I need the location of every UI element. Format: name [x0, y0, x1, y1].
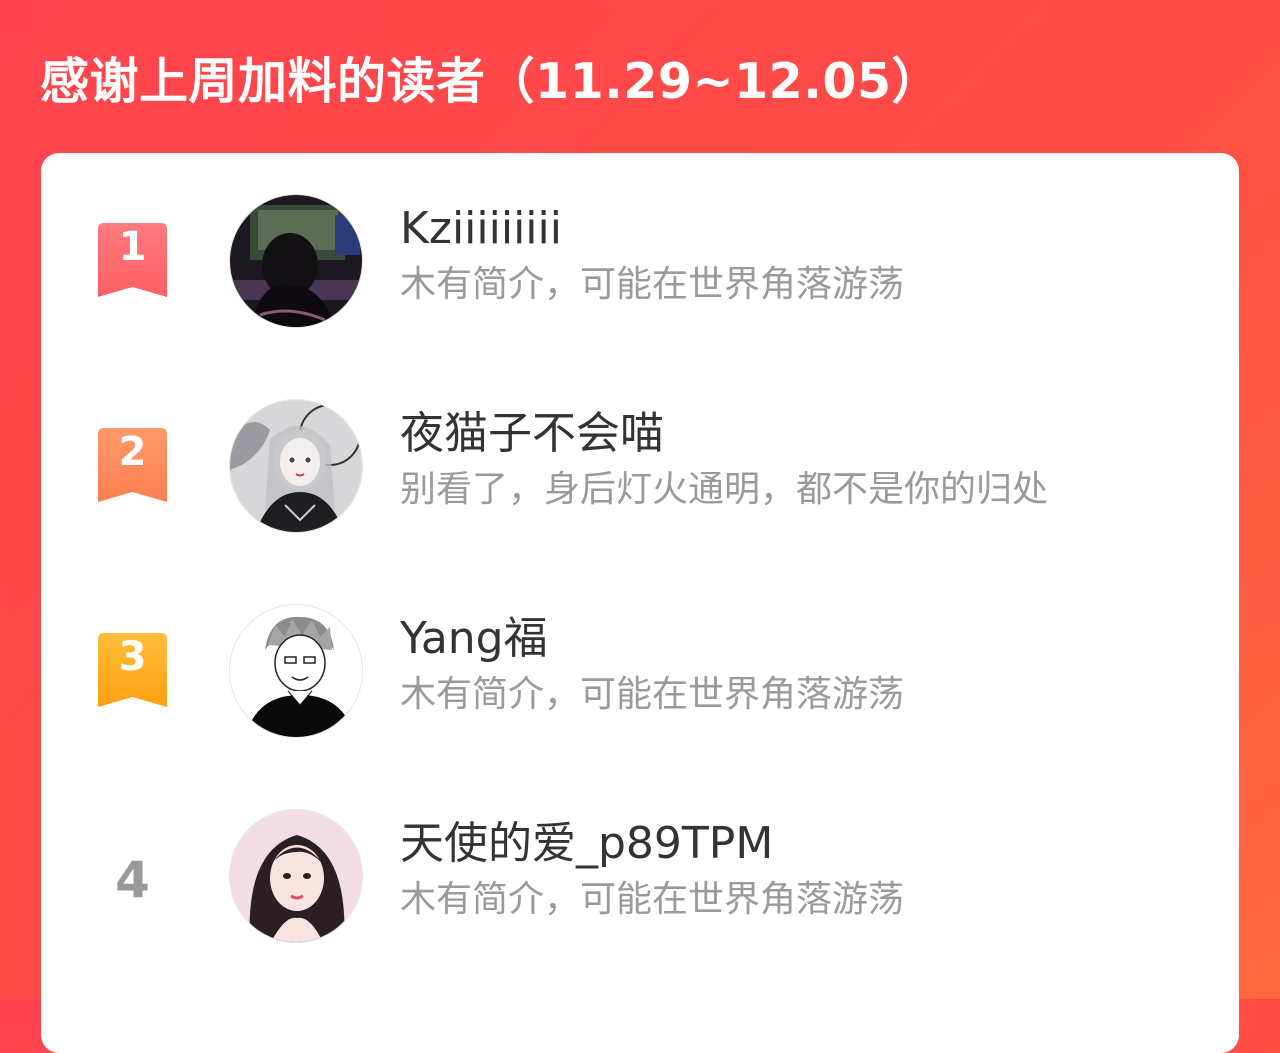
avatar[interactable]	[229, 399, 363, 533]
rank-number: 3	[118, 634, 147, 680]
reader-bio: 木有简介，可能在世界角落游荡	[400, 674, 905, 715]
rank-number: 1	[118, 224, 147, 270]
rank-number: 4	[115, 851, 150, 909]
avatar[interactable]	[229, 194, 363, 328]
avatar[interactable]	[229, 809, 363, 943]
avatar[interactable]	[229, 604, 363, 738]
reader-list-card: 1 Kziiiiiiiii 木有简介，可能在世界角落游荡 2 夜猫子不会喵 别看…	[41, 153, 1239, 1053]
reader-name[interactable]: Yang福	[400, 611, 548, 667]
rank-number: 2	[118, 429, 147, 475]
list-item[interactable]: 4 天使的爱_p89TPM 木有简介，可能在世界角落游荡	[41, 768, 1239, 943]
reader-bio: 木有简介，可能在世界角落游荡	[400, 264, 905, 305]
rank-badge: 3	[98, 633, 167, 707]
list-item[interactable]: 2 夜猫子不会喵 别看了，身后灯火通明，都不是你的归处	[41, 358, 1239, 533]
list-item[interactable]: 1 Kziiiiiiiii 木有简介，可能在世界角落游荡	[41, 153, 1239, 328]
reader-name[interactable]: 夜猫子不会喵	[400, 406, 664, 462]
reader-bio: 木有简介，可能在世界角落游荡	[400, 879, 905, 920]
list-item[interactable]: 3 Yang福 木有简介，可能在世界角落游荡	[41, 563, 1239, 738]
reader-name[interactable]: 天使的爱_p89TPM	[400, 816, 773, 872]
rank-badge: 1	[98, 223, 167, 297]
reader-bio: 别看了，身后灯火通明，都不是你的归处	[400, 469, 1049, 510]
reader-name[interactable]: Kziiiiiiiii	[400, 201, 562, 257]
page-title: 感谢上周加料的读者（11.29~12.05）	[40, 53, 942, 110]
rank-badge: 2	[98, 428, 167, 502]
